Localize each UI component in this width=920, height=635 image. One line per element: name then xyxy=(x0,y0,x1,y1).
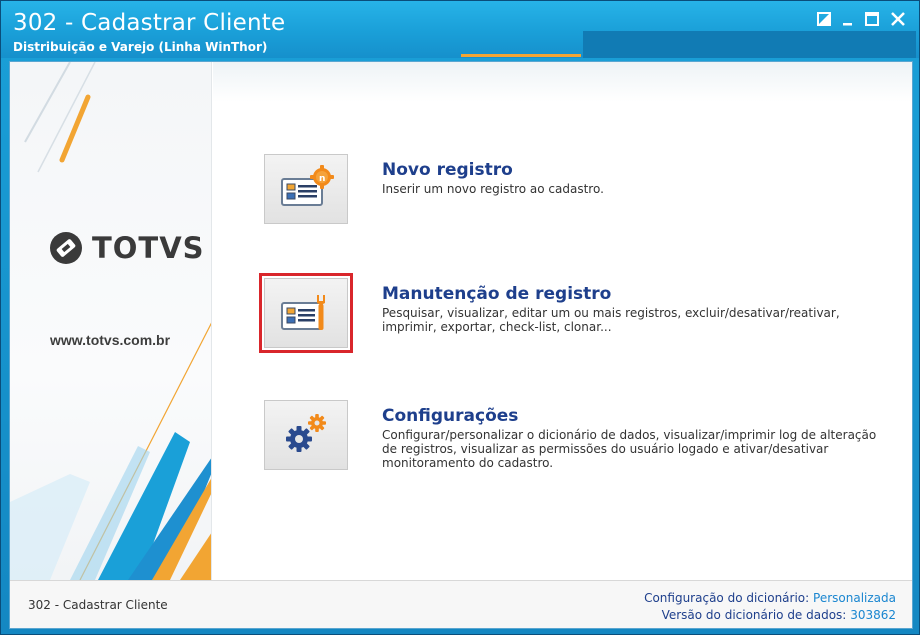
svg-text:n: n xyxy=(319,174,325,184)
window-subtitle: Distribuição e Varejo (Linha WinThor) xyxy=(13,40,268,54)
header-fade xyxy=(213,62,912,102)
dictionary-config-value: Personalizada xyxy=(813,591,896,605)
minimize-icon[interactable] xyxy=(837,9,859,29)
brand-sidebar: TOTVS www.totvs.com.br xyxy=(10,62,212,580)
dictionary-version-label: Versão do dicionário de dados: xyxy=(661,608,847,622)
dictionary-version-row: Versão do dicionário de dados: 303862 xyxy=(662,608,896,622)
title-accent-bar xyxy=(461,54,581,57)
window-title: 302 - Cadastrar Cliente xyxy=(13,10,286,36)
app-window: 302 - Cadastrar Cliente Distribuição e V… xyxy=(0,0,920,635)
settings-button[interactable] xyxy=(264,400,348,470)
maintenance-record-button[interactable] xyxy=(259,273,353,353)
status-program-name: 302 - Cadastrar Cliente xyxy=(28,598,168,612)
new-record-button[interactable]: n xyxy=(264,154,348,224)
dictionary-version-value: 303862 xyxy=(850,608,896,622)
totvs-logo: TOTVS xyxy=(48,230,205,266)
option-description: Configurar/personalizar o dicionário de … xyxy=(382,428,877,470)
title-bar[interactable]: 302 - Cadastrar Cliente Distribuição e V… xyxy=(1,1,919,58)
restore-icon[interactable] xyxy=(813,9,835,29)
option-description: Pesquisar, visualizar, editar um ou mais… xyxy=(382,306,840,334)
decorative-stripes xyxy=(10,62,211,580)
website-link: www.totvs.com.br xyxy=(50,332,171,348)
option-title[interactable]: Configurações xyxy=(382,406,518,426)
maximize-icon[interactable] xyxy=(861,9,883,29)
settings-gears-icon xyxy=(286,414,326,452)
maintenance-record-icon xyxy=(281,295,325,330)
logo-text: TOTVS xyxy=(92,231,205,265)
dictionary-config-label: Configuração do dicionário: xyxy=(644,591,810,605)
dictionary-config-row: Configuração do dicionário: Personalizad… xyxy=(644,591,896,605)
option-title[interactable]: Novo registro xyxy=(382,160,513,180)
title-decor-block xyxy=(583,31,916,58)
close-icon[interactable] xyxy=(887,9,909,29)
new-record-icon: n xyxy=(281,165,334,206)
option-description: Inserir um novo registro ao cadastro. xyxy=(382,182,604,196)
status-bar: 302 - Cadastrar Cliente Configuração do … xyxy=(10,580,912,628)
main-content: TOTVS www.totvs.com.br n Novo registro I… xyxy=(9,61,913,629)
totvs-logo-icon xyxy=(50,232,82,264)
option-title[interactable]: Manutenção de registro xyxy=(382,284,611,304)
